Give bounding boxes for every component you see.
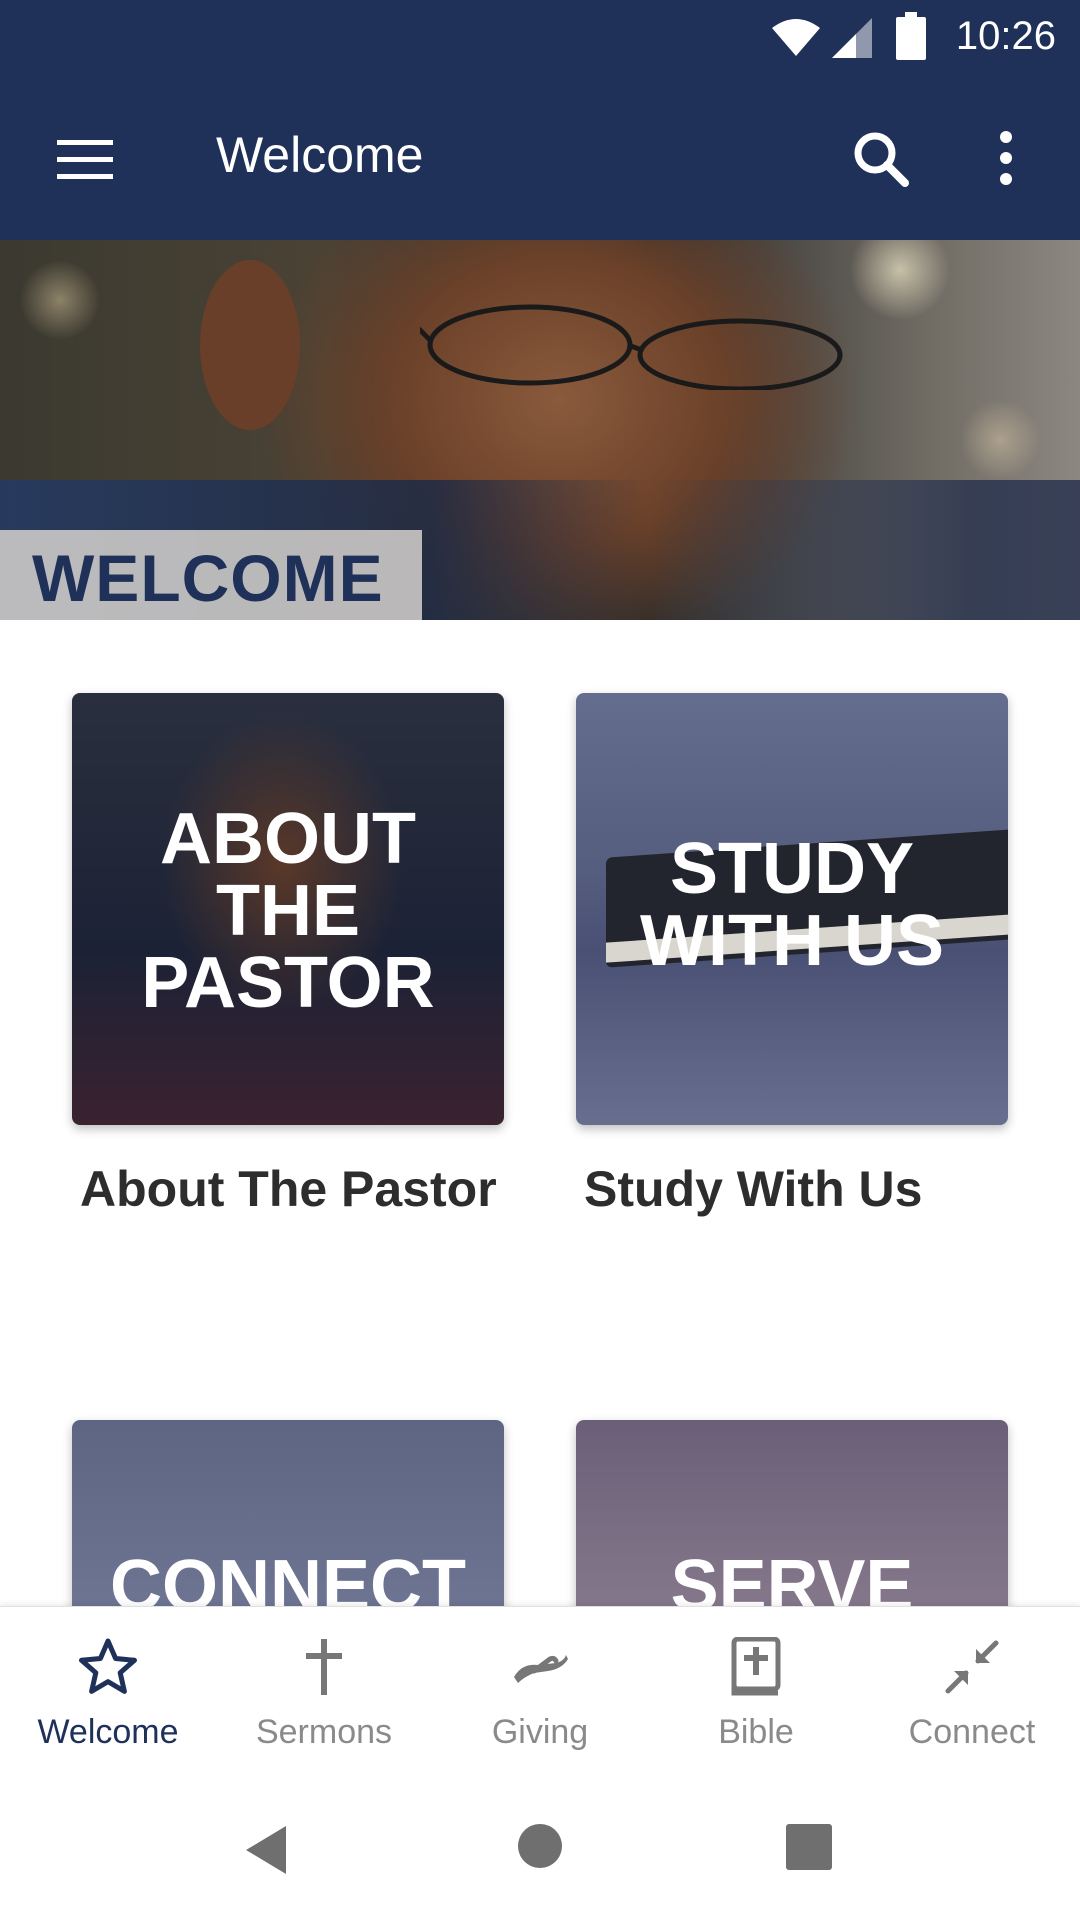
tile-caption-about-the-pastor[interactable]: About The Pastor bbox=[80, 1158, 500, 1220]
recent-apps-icon[interactable] bbox=[786, 1824, 832, 1870]
tile-caption-study-with-us[interactable]: Study With Us bbox=[584, 1158, 1004, 1220]
home-icon[interactable] bbox=[518, 1824, 562, 1868]
status-time: 10:26 bbox=[955, 14, 1056, 58]
nav-item-bible[interactable]: Bible bbox=[648, 1607, 864, 1781]
nav-label: Sermons bbox=[255, 1713, 393, 1751]
hero-banner[interactable]: WELCOME bbox=[0, 240, 1080, 620]
wifi-icon bbox=[772, 19, 820, 56]
bible-icon bbox=[731, 1637, 781, 1696]
tile-overlay-line: CONNECT bbox=[110, 1546, 466, 1610]
search-icon[interactable] bbox=[842, 120, 918, 196]
cell-signal-icon bbox=[832, 18, 872, 58]
tile-overlay-line: STUDY bbox=[669, 829, 915, 909]
nav-label: Bible bbox=[718, 1713, 794, 1751]
tile-overlay-line: WITH US bbox=[640, 901, 944, 981]
tile-overlay-title: CONNECT bbox=[72, 1550, 504, 1610]
star-icon bbox=[79, 1638, 137, 1694]
system-navigation-bar bbox=[0, 1780, 1080, 1920]
tile-serve[interactable]: SERVE bbox=[576, 1420, 1008, 1610]
more-vert-icon[interactable] bbox=[980, 120, 1032, 196]
bottom-navigation: Welcome Sermons Giving Bible Connect bbox=[0, 1606, 1080, 1780]
back-icon[interactable] bbox=[240, 1822, 296, 1878]
nav-label: Giving bbox=[491, 1713, 589, 1751]
connect-arrows-icon bbox=[945, 1640, 999, 1694]
nav-label: Welcome bbox=[37, 1713, 179, 1751]
nav-item-welcome[interactable]: Welcome bbox=[0, 1607, 216, 1781]
hero-photo-detail bbox=[200, 260, 300, 430]
nav-item-sermons[interactable]: Sermons bbox=[216, 1607, 432, 1781]
tile-overlay-line: THE bbox=[216, 871, 360, 951]
tile-overlay-title: ABOUT THE PASTOR bbox=[72, 803, 504, 1019]
nav-label: Connect bbox=[908, 1713, 1036, 1751]
status-bar: 10:26 bbox=[0, 0, 1080, 80]
menu-icon[interactable] bbox=[40, 120, 130, 200]
battery-icon bbox=[896, 12, 926, 60]
cross-icon bbox=[306, 1639, 342, 1695]
nav-item-giving[interactable]: Giving bbox=[432, 1607, 648, 1781]
tile-study-with-us[interactable]: STUDY WITH US bbox=[576, 693, 1008, 1125]
page-title: Welcome bbox=[216, 127, 424, 183]
giving-hand-icon bbox=[514, 1655, 568, 1683]
tile-overlay-line: PASTOR bbox=[141, 943, 435, 1023]
tile-about-the-pastor[interactable]: ABOUT THE PASTOR bbox=[72, 693, 504, 1125]
app-bar: Welcome bbox=[0, 80, 1080, 240]
nav-item-connect[interactable]: Connect bbox=[864, 1607, 1080, 1781]
tile-overlay-title: STUDY WITH US bbox=[576, 833, 1008, 977]
tile-connect[interactable]: CONNECT bbox=[72, 1420, 504, 1610]
hero-label: WELCOME bbox=[32, 541, 384, 615]
tile-overlay-line: ABOUT bbox=[160, 799, 416, 879]
tile-overlay-line: SERVE bbox=[670, 1546, 914, 1610]
tile-overlay-title: SERVE bbox=[576, 1550, 1008, 1610]
hero-glasses-graphic bbox=[420, 304, 843, 390]
